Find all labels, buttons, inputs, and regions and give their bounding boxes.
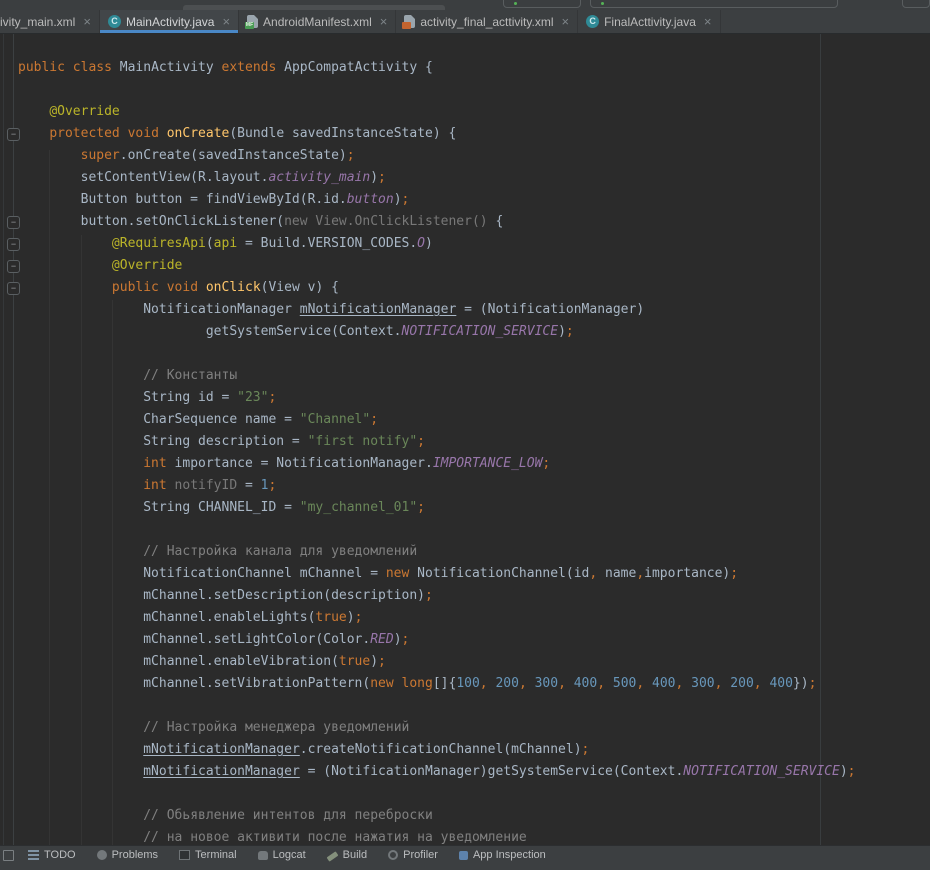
code-line-24[interactable]: NotificationChannel mChannel = new Notif… <box>18 563 930 585</box>
code-line-2[interactable] <box>18 79 930 101</box>
build-icon <box>326 851 338 861</box>
terminal-icon <box>179 850 190 860</box>
toolwindow-button-terminal[interactable]: Terminal <box>179 849 237 861</box>
code-line-26[interactable]: mChannel.enableLights(true); <box>18 607 930 629</box>
tab-close-icon[interactable]: × <box>380 15 388 28</box>
tab-finalacttivity-java[interactable]: C FinalActtivity.java × <box>578 10 720 33</box>
code-line-23[interactable]: // Настройка канала для уведомлений <box>18 541 930 563</box>
tab-close-icon[interactable]: × <box>222 15 230 28</box>
tab-androidmanifest-xml[interactable]: MF AndroidManifest.xml × <box>239 10 396 33</box>
tab-mainactivity-java[interactable]: C MainActivity.java × <box>100 10 239 33</box>
toolbar-widget[interactable] <box>902 0 930 8</box>
run-controls-widget[interactable] <box>590 0 838 8</box>
code-line-28[interactable]: mChannel.enableVibration(true); <box>18 651 930 673</box>
code-line-22[interactable] <box>18 519 930 541</box>
tab-close-icon[interactable]: × <box>704 15 712 28</box>
tool-window-bar: TODO Problems Terminal Logcat Build Profiler A… <box>0 845 930 870</box>
toolwindow-button-logcat[interactable]: Logcat <box>258 849 306 861</box>
toolwindow-button-app-inspection[interactable]: App Inspection <box>459 849 546 861</box>
code-editor[interactable]: public class MainActivity extends AppCom… <box>0 34 930 855</box>
tab-close-icon[interactable]: × <box>562 15 570 28</box>
editor-tab-bar: ivity_main.xml × C MainActivity.java × MF Andr… <box>0 10 930 34</box>
code-line-34[interactable] <box>18 783 930 805</box>
code-line-20[interactable]: int notifyID = 1; <box>18 475 930 497</box>
toolwindow-button-label: Terminal <box>195 849 237 861</box>
code-line-6[interactable]: setContentView(R.layout.activity_main); <box>18 167 930 189</box>
fold-marker-icon[interactable]: − <box>7 128 20 141</box>
toolwindow-button-problems[interactable]: Problems <box>97 849 158 861</box>
toolwindow-button-label: App Inspection <box>473 849 546 861</box>
toolwindow-button-label: TODO <box>44 849 76 861</box>
problems-icon <box>97 850 107 860</box>
code-line-25[interactable]: mChannel.setDescription(description); <box>18 585 930 607</box>
code-line-29[interactable]: mChannel.setVibrationPattern(new long[]{… <box>18 673 930 695</box>
gutter-fold-line <box>13 34 14 855</box>
code-line-10[interactable]: @Override <box>18 255 930 277</box>
tab-close-icon[interactable]: × <box>83 15 91 28</box>
app-inspection-icon <box>459 851 468 860</box>
code-line-8[interactable]: button.setOnClickListener(new View.OnCli… <box>18 211 930 233</box>
tab-label: AndroidManifest.xml <box>263 15 372 29</box>
tab-activity-main-xml[interactable]: ivity_main.xml × <box>0 10 100 33</box>
toolwindow-button-label: Build <box>343 849 367 861</box>
manifest-file-icon: MF <box>247 15 258 28</box>
code-line-15[interactable]: // Константы <box>18 365 930 387</box>
tab-label: MainActivity.java <box>126 15 214 29</box>
fold-marker-icon[interactable]: − <box>7 282 20 295</box>
tab-label: activity_final_acttivity.xml <box>420 15 553 29</box>
code-line-7[interactable]: Button button = findViewById(R.id.button… <box>18 189 930 211</box>
code-line-13[interactable]: getSystemService(Context.NOTIFICATION_SE… <box>18 321 930 343</box>
code-line-27[interactable]: mChannel.setLightColor(Color.RED); <box>18 629 930 651</box>
logcat-icon <box>258 851 268 860</box>
code-line-16[interactable]: String id = "23"; <box>18 387 930 409</box>
tab-activity-final-acttivity-xml[interactable]: activity_final_acttivity.xml × <box>396 10 578 33</box>
todo-icon <box>28 850 39 860</box>
fold-marker-icon[interactable]: − <box>7 260 20 273</box>
status-dot-icon <box>514 2 517 5</box>
toolwindow-button-label: Logcat <box>273 849 306 861</box>
code-line-14[interactable] <box>18 343 930 365</box>
code-line-32[interactable]: mNotificationManager.createNotificationC… <box>18 739 930 761</box>
layout-badge <box>402 22 411 29</box>
profiler-icon <box>388 850 398 860</box>
code-line-31[interactable]: // Настройка менеджера уведомлений <box>18 717 930 739</box>
gutter-edge-line <box>3 34 4 855</box>
toolwindow-button-label: Profiler <box>403 849 438 861</box>
code-line-4[interactable]: protected void onCreate(Bundle savedInst… <box>18 123 930 145</box>
code-line-9[interactable]: @RequiresApi(api = Build.VERSION_CODES.O… <box>18 233 930 255</box>
tab-label: ivity_main.xml <box>0 15 75 29</box>
code-line-21[interactable]: String CHANNEL_ID = "my_channel_01"; <box>18 497 930 519</box>
code-line-33[interactable]: mNotificationManager = (NotificationMana… <box>18 761 930 783</box>
code-line-1[interactable]: public class MainActivity extends AppCom… <box>18 57 930 79</box>
code-line-19[interactable]: int importance = NotificationManager.IMP… <box>18 453 930 475</box>
toolwindow-button-profiler[interactable]: Profiler <box>388 849 438 861</box>
toolwindow-button-todo[interactable]: TODO <box>28 849 76 861</box>
manifest-badge: MF <box>245 22 254 29</box>
status-dot-icon <box>601 2 604 5</box>
code-line-18[interactable]: String description = "first notify"; <box>18 431 930 453</box>
toolwindow-corner-icon[interactable] <box>3 850 14 861</box>
fold-marker-icon[interactable]: − <box>7 216 20 229</box>
code-line-35[interactable]: // Обьявление интентов для переброски <box>18 805 930 827</box>
code-line-5[interactable]: super.onCreate(savedInstanceState); <box>18 145 930 167</box>
java-class-icon: C <box>586 15 599 28</box>
layout-xml-file-icon <box>404 15 415 28</box>
fold-marker-icon[interactable]: − <box>7 238 20 251</box>
code-line-12[interactable]: NotificationManager mNotificationManager… <box>18 299 930 321</box>
device-selector-widget[interactable] <box>503 0 581 8</box>
code-line-17[interactable]: CharSequence name = "Channel"; <box>18 409 930 431</box>
tab-label: FinalActtivity.java <box>604 15 696 29</box>
java-class-icon: C <box>108 15 121 28</box>
code-line-30[interactable] <box>18 695 930 717</box>
toolwindow-button-build[interactable]: Build <box>327 849 367 861</box>
code-line-11[interactable]: public void onClick(View v) { <box>18 277 930 299</box>
toolwindow-button-label: Problems <box>112 849 158 861</box>
code-line-3[interactable]: @Override <box>18 101 930 123</box>
code-lines: public class MainActivity extends AppCom… <box>18 57 930 849</box>
